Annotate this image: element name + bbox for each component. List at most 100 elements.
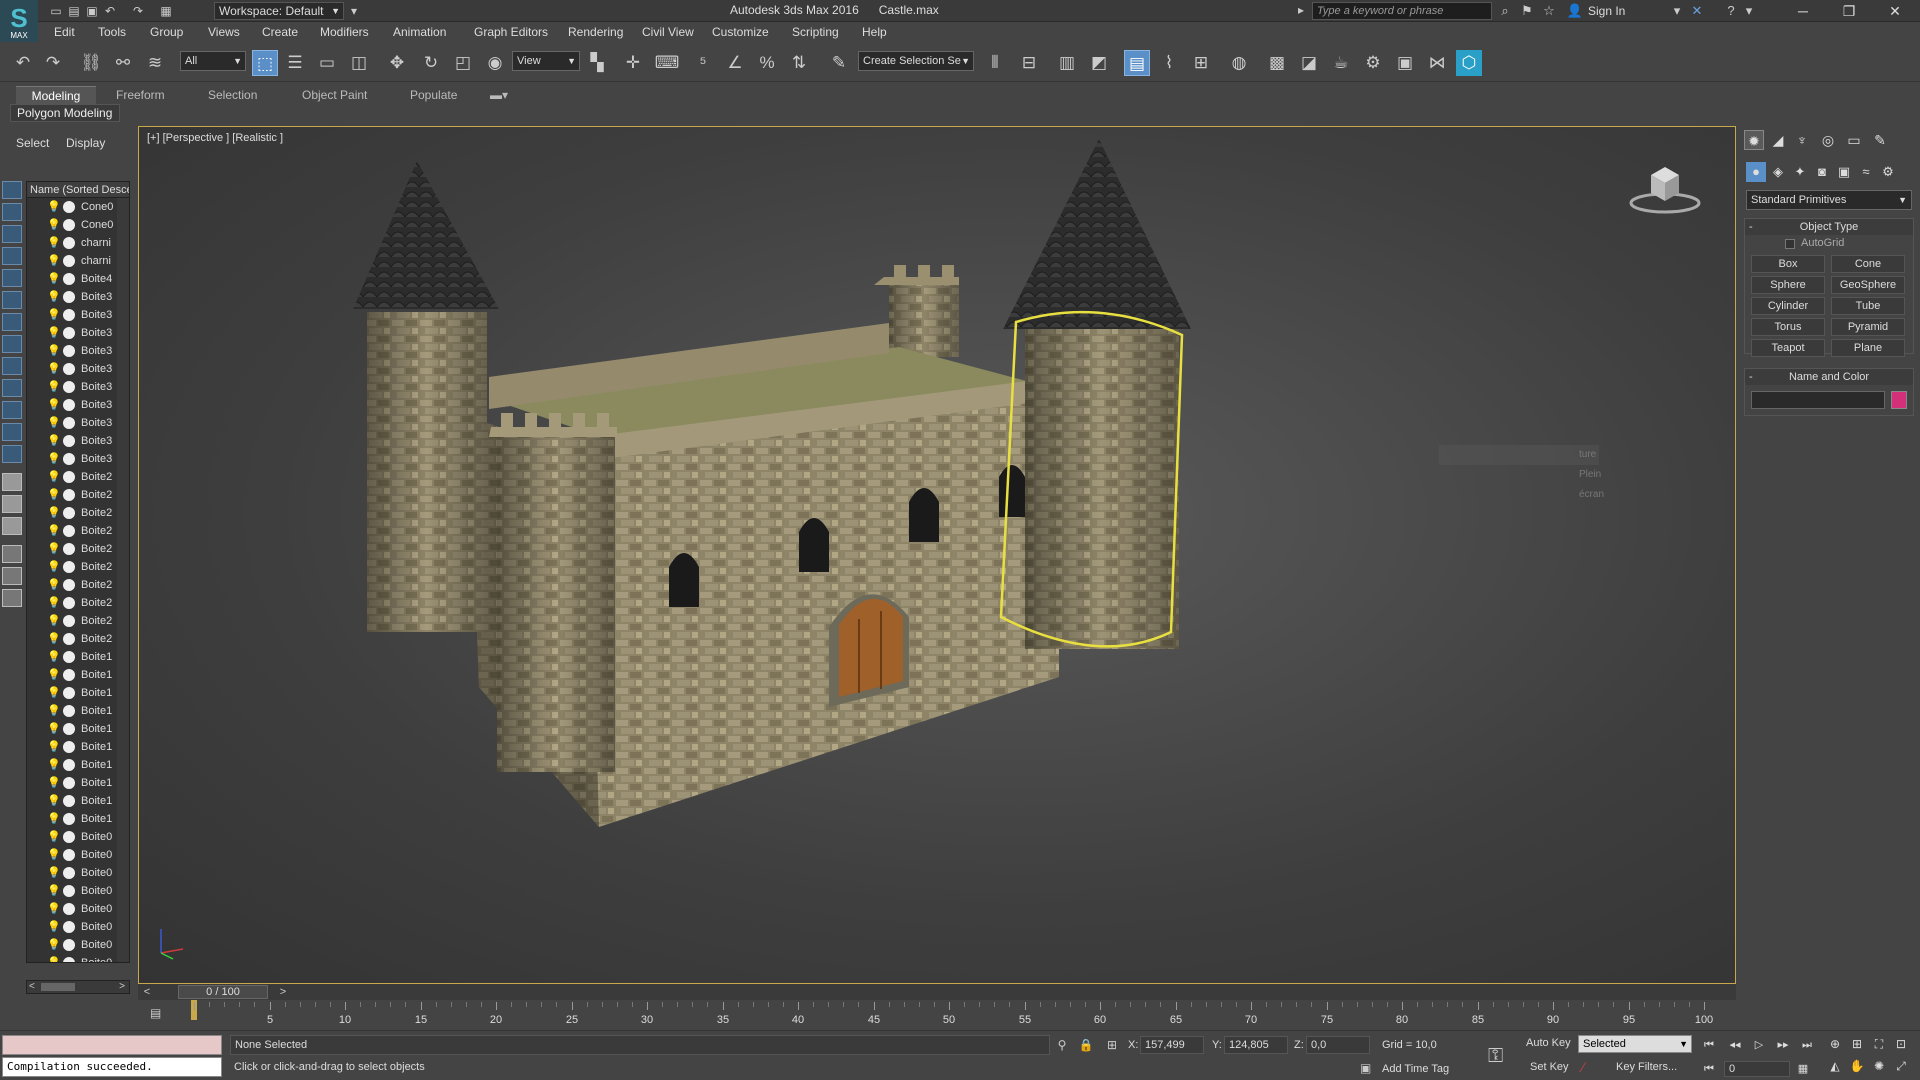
- light-bulb-icon[interactable]: 💡: [47, 705, 61, 717]
- explorer-row[interactable]: 💡 Boite2: [27, 504, 119, 522]
- explorer-row[interactable]: 💡 Boite2: [27, 612, 119, 630]
- graphite-toggle-icon[interactable]: ◩: [1086, 50, 1112, 76]
- explorer-row[interactable]: 💡 Boite2: [27, 468, 119, 486]
- explorer-row[interactable]: 💡 Boite2: [27, 486, 119, 504]
- render-toggle-icon[interactable]: [63, 867, 75, 879]
- light-bulb-icon[interactable]: 💡: [47, 903, 61, 915]
- light-bulb-icon[interactable]: 💡: [47, 561, 61, 573]
- box-button[interactable]: Box: [1751, 255, 1825, 273]
- explorer-row[interactable]: 💡 Boite0: [27, 900, 119, 918]
- display-space-warps-icon[interactable]: [2, 313, 22, 331]
- light-bulb-icon[interactable]: 💡: [47, 633, 61, 645]
- render-toggle-icon[interactable]: [63, 615, 75, 627]
- light-bulb-icon[interactable]: 💡: [47, 345, 61, 357]
- display-panel-icon[interactable]: ▭: [1844, 130, 1864, 150]
- display-frozen-icon[interactable]: [2, 423, 22, 441]
- light-bulb-icon[interactable]: 💡: [47, 651, 61, 663]
- render-toggle-icon[interactable]: [63, 417, 75, 429]
- explorer-tab-select[interactable]: Select: [16, 136, 49, 150]
- render-toggle-icon[interactable]: [63, 849, 75, 861]
- redo-quick-icon[interactable]: ↷: [130, 3, 146, 19]
- light-bulb-icon[interactable]: 💡: [47, 579, 61, 591]
- redo-icon[interactable]: ↷: [40, 50, 66, 76]
- light-bulb-icon[interactable]: 💡: [47, 327, 61, 339]
- render-toggle-icon[interactable]: [63, 327, 75, 339]
- explorer-row[interactable]: 💡 Boite1: [27, 738, 119, 756]
- hierarchy-panel-icon[interactable]: ♆: [1792, 130, 1812, 150]
- go-to-end-icon[interactable]: ⏭: [1798, 1037, 1816, 1053]
- schematic-view-icon[interactable]: ⊞: [1188, 50, 1214, 76]
- a360-icon[interactable]: ⬡: [1456, 50, 1482, 76]
- utilities-panel-icon[interactable]: ✎: [1870, 130, 1890, 150]
- explorer-row[interactable]: 💡 Boite0: [27, 846, 119, 864]
- light-bulb-icon[interactable]: 💡: [47, 885, 61, 897]
- light-bulb-icon[interactable]: 💡: [47, 201, 61, 213]
- auto-key-button[interactable]: Auto Key: [1526, 1037, 1571, 1049]
- render-in-cloud-icon[interactable]: ⋈: [1424, 50, 1450, 76]
- menu-civil-view[interactable]: Civil View: [642, 25, 694, 39]
- explorer-row[interactable]: 💡 Boite0: [27, 954, 119, 962]
- scale-icon[interactable]: ◰: [450, 50, 476, 76]
- light-bulb-icon[interactable]: 💡: [47, 435, 61, 447]
- render-toggle-icon[interactable]: [63, 291, 75, 303]
- viewcube[interactable]: [1625, 157, 1705, 217]
- explorer-row[interactable]: 💡 charni: [27, 252, 119, 270]
- object-type-rollout-header[interactable]: - Object Type: [1745, 219, 1913, 235]
- light-bulb-icon[interactable]: 💡: [47, 273, 61, 285]
- previous-key-icon[interactable]: ◂◂: [1726, 1037, 1744, 1053]
- light-bulb-icon[interactable]: 💡: [47, 939, 61, 951]
- render-toggle-icon[interactable]: [63, 561, 75, 573]
- render-toggle-icon[interactable]: [63, 831, 75, 843]
- frame-ruler[interactable]: 5 10 15 20 25 30 35 40 45 50 55 60 65 70 75 80 85 90 95 100: [188, 1000, 1718, 1030]
- display-bones-icon[interactable]: [2, 379, 22, 397]
- render-toggle-icon[interactable]: [63, 435, 75, 447]
- key-filters-curve-icon[interactable]: ⁄: [1582, 1059, 1584, 1075]
- render-toggle-icon[interactable]: [63, 543, 75, 555]
- explorer-row[interactable]: 💡 Boite3: [27, 432, 119, 450]
- explorer-column-header[interactable]: Name (Sorted Descending): [27, 182, 129, 198]
- menu-animation[interactable]: Animation: [393, 25, 446, 39]
- maxscript-listener-input[interactable]: [2, 1035, 222, 1055]
- render-toggle-icon[interactable]: [63, 363, 75, 375]
- autogrid-checkbox[interactable]: [1785, 239, 1795, 249]
- sphere-button[interactable]: Sphere: [1751, 276, 1825, 294]
- exchange-apps-icon[interactable]: ✕: [1688, 2, 1706, 20]
- field-of-view-icon[interactable]: ◭: [1826, 1057, 1844, 1075]
- time-slider[interactable]: < 0 / 100 >: [138, 984, 1736, 1000]
- render-online-icon[interactable]: ▣: [1392, 50, 1418, 76]
- explorer-row[interactable]: 💡 Boite3: [27, 288, 119, 306]
- render-toggle-icon[interactable]: [63, 669, 75, 681]
- geometry-icon[interactable]: ●: [1746, 162, 1766, 182]
- reference-coordinate-dropdown[interactable]: View ▼: [512, 51, 580, 71]
- primitive-category-dropdown[interactable]: Standard Primitives ▼: [1746, 190, 1912, 210]
- light-bulb-icon[interactable]: 💡: [47, 795, 61, 807]
- find-icon[interactable]: [2, 567, 22, 585]
- object-name-input[interactable]: [1751, 391, 1885, 409]
- ribbon-options-icon[interactable]: ▬▾: [478, 86, 520, 104]
- zoom-icon[interactable]: ⊕: [1826, 1035, 1844, 1053]
- light-bulb-icon[interactable]: 💡: [47, 867, 61, 879]
- explorer-row[interactable]: 💡 Boite2: [27, 594, 119, 612]
- render-toggle-icon[interactable]: [63, 903, 75, 915]
- perspective-viewport[interactable]: [+] [Perspective ] [Realistic ] ture Ple…: [138, 126, 1736, 984]
- set-key-button[interactable]: Set Key: [1530, 1061, 1569, 1073]
- time-configuration-icon[interactable]: ▦: [1794, 1061, 1812, 1077]
- next-frame-icon[interactable]: >: [276, 985, 290, 999]
- render-toggle-icon[interactable]: [63, 345, 75, 357]
- hierarchy-icon[interactable]: [2, 589, 22, 607]
- y-coordinate-field[interactable]: 124,805: [1224, 1036, 1288, 1054]
- torus-button[interactable]: Torus: [1751, 318, 1825, 336]
- explorer-row[interactable]: 💡 Boite3: [27, 306, 119, 324]
- light-bulb-icon[interactable]: 💡: [47, 237, 61, 249]
- chevron-down-icon[interactable]: ▾: [1740, 2, 1758, 20]
- display-geometry-icon[interactable]: [2, 203, 22, 221]
- explorer-row[interactable]: 💡 Boite1: [27, 756, 119, 774]
- render-iterative-icon[interactable]: ⚙: [1360, 50, 1386, 76]
- light-bulb-icon[interactable]: 💡: [47, 525, 61, 537]
- binoculars-icon[interactable]: ⌕: [1496, 2, 1514, 20]
- render-toggle-icon[interactable]: [63, 741, 75, 753]
- render-toggle-icon[interactable]: [63, 813, 75, 825]
- motion-panel-icon[interactable]: ◎: [1818, 130, 1838, 150]
- light-bulb-icon[interactable]: 💡: [47, 471, 61, 483]
- light-bulb-icon[interactable]: 💡: [47, 453, 61, 465]
